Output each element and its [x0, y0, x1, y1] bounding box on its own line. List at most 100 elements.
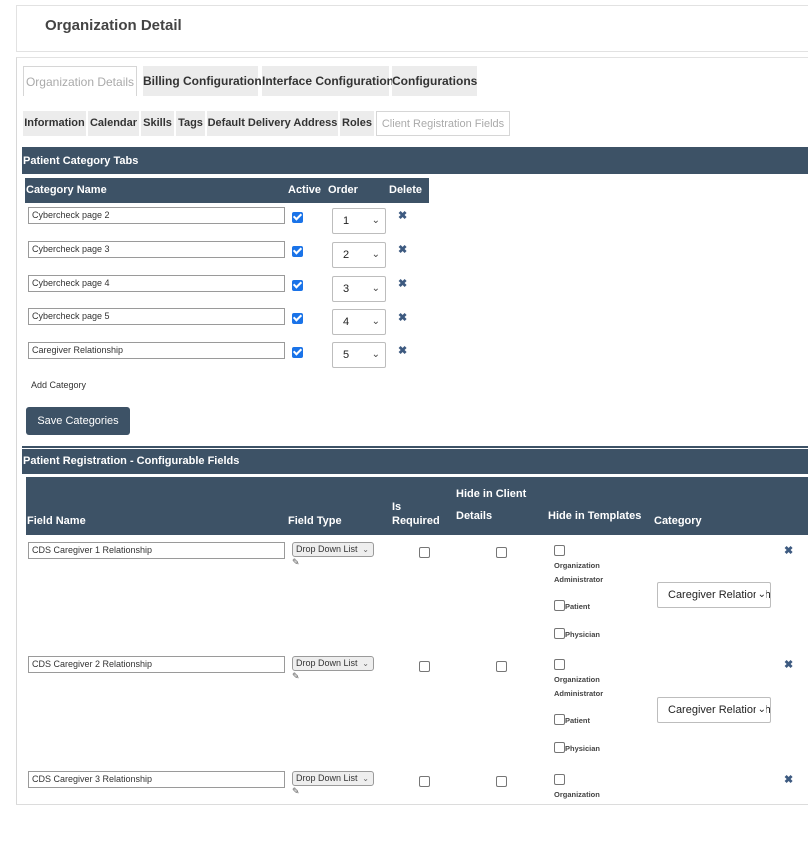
- template-org-label-line1: Organization: [554, 790, 600, 799]
- chevron-down-icon: ⌄: [362, 659, 369, 668]
- hide-template-org-admin-checkbox[interactable]: [554, 545, 565, 556]
- template-org-label-line2: Administrator: [554, 689, 604, 698]
- close-x-icon[interactable]: ✖: [784, 773, 793, 786]
- category-active-checkbox[interactable]: [292, 280, 303, 291]
- category-active-checkbox[interactable]: [292, 246, 303, 257]
- category-select[interactable]: Caregiver Relationship ⌄: [657, 697, 771, 723]
- chevron-down-icon: ⌄: [371, 283, 380, 294]
- field-type-select[interactable]: Drop Down List ⌄: [292, 542, 374, 557]
- column-hide-client-line2: Details: [456, 510, 493, 522]
- close-x-icon[interactable]: ✖: [398, 277, 407, 290]
- close-x-icon[interactable]: ✖: [784, 544, 793, 557]
- chevron-down-icon: ⌄: [362, 774, 369, 783]
- column-hide-client-line1: Hide in Client: [456, 488, 527, 500]
- template-patient-label: Patient: [565, 602, 591, 611]
- category-order-select[interactable]: 1 ⌄: [332, 208, 386, 234]
- template-org-label-line1: Organization: [554, 561, 600, 570]
- field-type-value: Drop Down List: [296, 544, 358, 554]
- section-title-patient-category: Patient Category Tabs: [22, 149, 808, 174]
- field-name-input[interactable]: CDS Caregiver 1 Relationship: [28, 542, 285, 559]
- column-is-required-line2: Required: [392, 515, 440, 527]
- pencil-edit-icon[interactable]: ✎: [292, 557, 300, 568]
- column-delete: Delete: [389, 184, 423, 196]
- column-field-type: Field Type: [288, 515, 342, 527]
- registration-table-header: Field Name Field Type Is Required Hide i…: [26, 477, 808, 535]
- tab-organization-details[interactable]: Organization Details: [23, 66, 137, 96]
- category-order-select[interactable]: 2 ⌄: [332, 242, 386, 268]
- column-hide-templates: Hide in Templates: [548, 510, 642, 522]
- field-type-value: Drop Down List: [296, 773, 358, 783]
- category-name-input[interactable]: Caregiver Relationship: [28, 342, 285, 359]
- is-required-checkbox[interactable]: [419, 776, 430, 787]
- template-patient-label: Patient: [565, 716, 591, 725]
- column-order: Order: [328, 184, 358, 196]
- field-type-select[interactable]: Drop Down List ⌄: [292, 771, 374, 786]
- column-category: Category: [654, 515, 702, 527]
- field-name-input[interactable]: CDS Caregiver 2 Relationship: [28, 656, 285, 673]
- pencil-edit-icon[interactable]: ✎: [292, 786, 300, 797]
- chevron-down-icon: ⌄: [371, 316, 380, 327]
- hide-template-org-admin-checkbox[interactable]: [554, 774, 565, 785]
- close-x-icon[interactable]: ✖: [398, 311, 407, 324]
- hide-template-physician-checkbox[interactable]: [554, 742, 565, 753]
- template-org-label-line2: Administrator: [554, 575, 604, 584]
- chevron-down-icon: ⌄: [755, 583, 766, 607]
- category-name-input[interactable]: Cybercheck page 5: [28, 308, 285, 325]
- is-required-checkbox[interactable]: [419, 661, 430, 672]
- subtab-tags[interactable]: Tags: [176, 111, 205, 136]
- category-order-select[interactable]: 4 ⌄: [332, 309, 386, 335]
- chevron-down-icon: ⌄: [371, 249, 380, 260]
- hide-client-details-checkbox[interactable]: [496, 547, 507, 558]
- field-name-input[interactable]: CDS Caregiver 3 Relationship: [28, 771, 285, 788]
- subtab-client-registration-fields[interactable]: Client Registration Fields: [376, 111, 510, 136]
- tab-interface-configuration[interactable]: Interface Configuration: [262, 66, 394, 96]
- category-name-input[interactable]: Cybercheck page 3: [28, 241, 285, 258]
- section-divider: [22, 446, 808, 448]
- category-active-checkbox[interactable]: [292, 313, 303, 324]
- column-category-name: Category Name: [26, 184, 107, 196]
- column-is-required-line1: Is: [392, 501, 402, 513]
- hide-client-details-checkbox[interactable]: [496, 776, 507, 787]
- column-field-name: Field Name: [27, 515, 86, 527]
- order-value: 1: [343, 215, 350, 227]
- subtab-roles[interactable]: Roles: [340, 111, 374, 136]
- is-required-checkbox[interactable]: [419, 547, 430, 558]
- tab-configurations[interactable]: Configurations: [392, 66, 477, 96]
- category-active-checkbox[interactable]: [292, 212, 303, 223]
- close-x-icon[interactable]: ✖: [398, 344, 407, 357]
- tab-billing-configuration[interactable]: Billing Configuration: [143, 66, 262, 96]
- pencil-edit-icon[interactable]: ✎: [292, 671, 300, 682]
- chevron-down-icon: ⌄: [371, 215, 380, 226]
- close-x-icon[interactable]: ✖: [784, 658, 793, 671]
- template-physician-label: Physician: [565, 630, 601, 639]
- category-table-header: Category Name Active Order Delete: [25, 178, 429, 203]
- close-x-icon[interactable]: ✖: [398, 209, 407, 222]
- order-value: 5: [343, 349, 350, 361]
- order-value: 2: [343, 249, 350, 261]
- category-order-select[interactable]: 3 ⌄: [332, 276, 386, 302]
- chevron-down-icon: ⌄: [755, 698, 766, 722]
- save-categories-button[interactable]: Save Categories: [26, 407, 130, 435]
- page-title: Organization Detail: [45, 17, 182, 34]
- chevron-down-icon: ⌄: [371, 349, 380, 360]
- field-type-value: Drop Down List: [296, 658, 358, 668]
- hide-template-org-admin-checkbox[interactable]: [554, 659, 565, 670]
- close-x-icon[interactable]: ✖: [398, 243, 407, 256]
- category-name-input[interactable]: Cybercheck page 2: [28, 207, 285, 224]
- hide-template-patient-checkbox[interactable]: [554, 600, 565, 611]
- category-order-select[interactable]: 5 ⌄: [332, 342, 386, 368]
- subtab-default-delivery-address[interactable]: Default Delivery Address: [207, 111, 338, 136]
- hide-client-details-checkbox[interactable]: [496, 661, 507, 672]
- category-select[interactable]: Caregiver Relationship ⌄: [657, 582, 771, 608]
- subtab-skills[interactable]: Skills: [141, 111, 174, 136]
- add-category-link[interactable]: Add Category: [31, 380, 86, 390]
- category-name-input[interactable]: Cybercheck page 4: [28, 275, 285, 292]
- page-footer-space: [0, 805, 808, 844]
- subtab-information[interactable]: Information: [23, 111, 86, 136]
- category-active-checkbox[interactable]: [292, 347, 303, 358]
- hide-template-physician-checkbox[interactable]: [554, 628, 565, 639]
- hide-template-patient-checkbox[interactable]: [554, 714, 565, 725]
- field-type-select[interactable]: Drop Down List ⌄: [292, 656, 374, 671]
- subtab-calendar[interactable]: Calendar: [88, 111, 139, 136]
- section-title-registration-fields: Patient Registration - Configurable Fiel…: [22, 449, 808, 474]
